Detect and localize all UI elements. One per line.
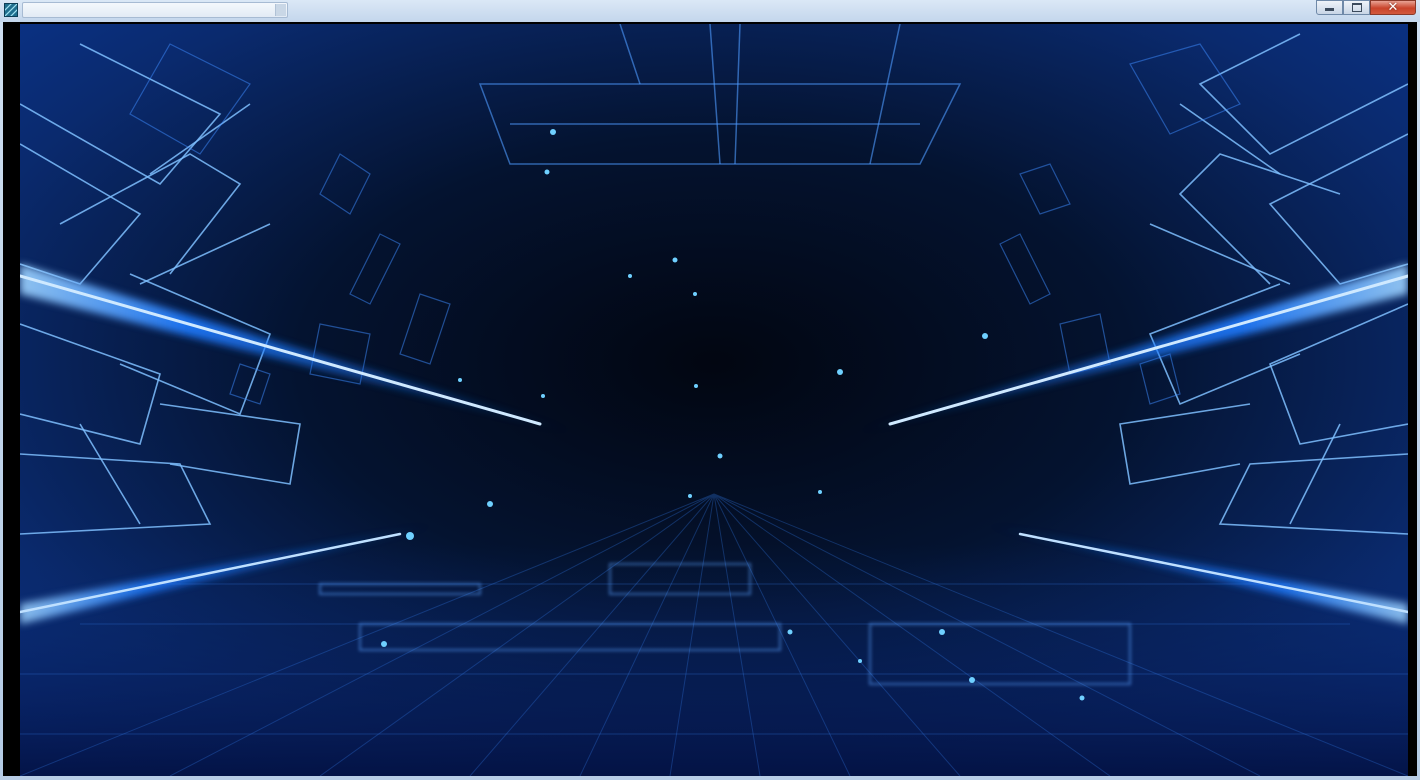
close-button[interactable]: ✕ <box>1370 0 1416 15</box>
app-window: ✕ <box>0 0 1420 780</box>
minimize-icon <box>1325 8 1334 11</box>
app-icon[interactable] <box>4 3 18 17</box>
title-bar[interactable]: ✕ <box>0 0 1420 22</box>
title-scroll-handle <box>275 4 286 16</box>
tech-tunnel-background <box>20 24 1408 776</box>
content-area <box>3 22 1417 776</box>
window-bottom-border <box>0 776 1420 780</box>
window-title-field <box>22 2 288 18</box>
maximize-icon <box>1351 3 1362 12</box>
close-icon: ✕ <box>1387 0 1399 15</box>
maximize-button[interactable] <box>1343 0 1370 15</box>
minimize-button[interactable] <box>1316 0 1343 15</box>
